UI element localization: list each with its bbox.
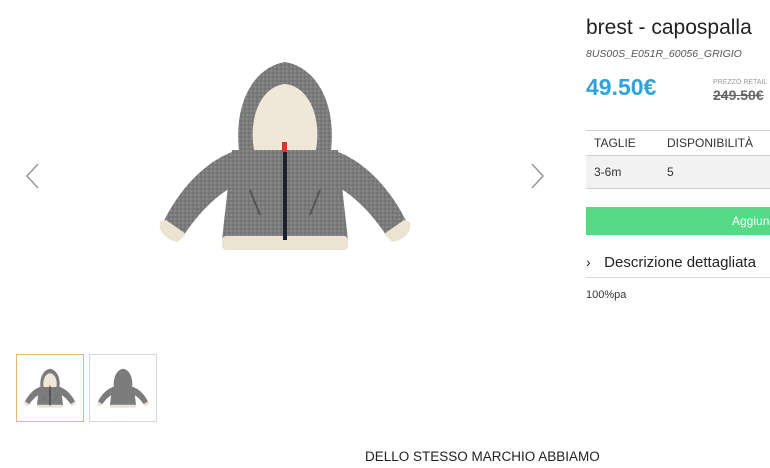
jacket-back-thumbnail-image xyxy=(97,368,149,408)
chevron-right-icon xyxy=(531,163,545,189)
availability-column-header: DISPONIBILITÀ xyxy=(667,136,754,150)
product-info-panel: brest - capospalla 8US00S_E051R_60056_GR… xyxy=(586,0,770,320)
size-column-header: TAGLIE xyxy=(594,136,636,150)
related-products-heading: DELLO STESSO MARCHIO ABBIAMO xyxy=(365,449,600,464)
size-table: TAGLIE DISPONIBILITÀ 3-6m 5 xyxy=(586,130,770,189)
thumbnail-strip xyxy=(16,354,157,422)
gallery-prev-button[interactable] xyxy=(22,160,44,192)
product-gallery xyxy=(0,0,570,345)
size-value: 3-6m xyxy=(594,165,622,179)
availability-value: 5 xyxy=(667,165,674,179)
retail-price: 249.50€ xyxy=(713,87,764,103)
chevron-left-icon xyxy=(25,163,39,189)
size-table-header: TAGLIE DISPONIBILITÀ xyxy=(586,130,770,155)
retail-price-label: PREZZO RETAIL xyxy=(713,79,768,86)
product-price: 49.50€ xyxy=(586,74,657,100)
gallery-next-button[interactable] xyxy=(526,160,548,192)
add-to-cart-button[interactable]: Aggiungi al carrello xyxy=(586,207,770,235)
description-toggle[interactable]: › Descrizione dettagliata xyxy=(586,254,770,278)
description-text: 100%pa xyxy=(586,289,627,301)
product-title: brest - capospalla xyxy=(586,16,752,39)
thumbnail-front[interactable] xyxy=(16,354,84,422)
product-main-image xyxy=(150,50,420,260)
product-sku: 8US00S_E051R_60056_GRIGIO xyxy=(586,48,742,60)
description-toggle-label: Descrizione dettagliata xyxy=(604,254,756,271)
jacket-thumbnail-image xyxy=(23,368,77,409)
chevron-right-icon: › xyxy=(586,254,591,270)
size-row[interactable]: 3-6m 5 xyxy=(586,155,770,189)
add-to-cart-label: Aggiungi al carrello xyxy=(732,214,770,228)
thumbnail-back[interactable] xyxy=(89,354,157,422)
